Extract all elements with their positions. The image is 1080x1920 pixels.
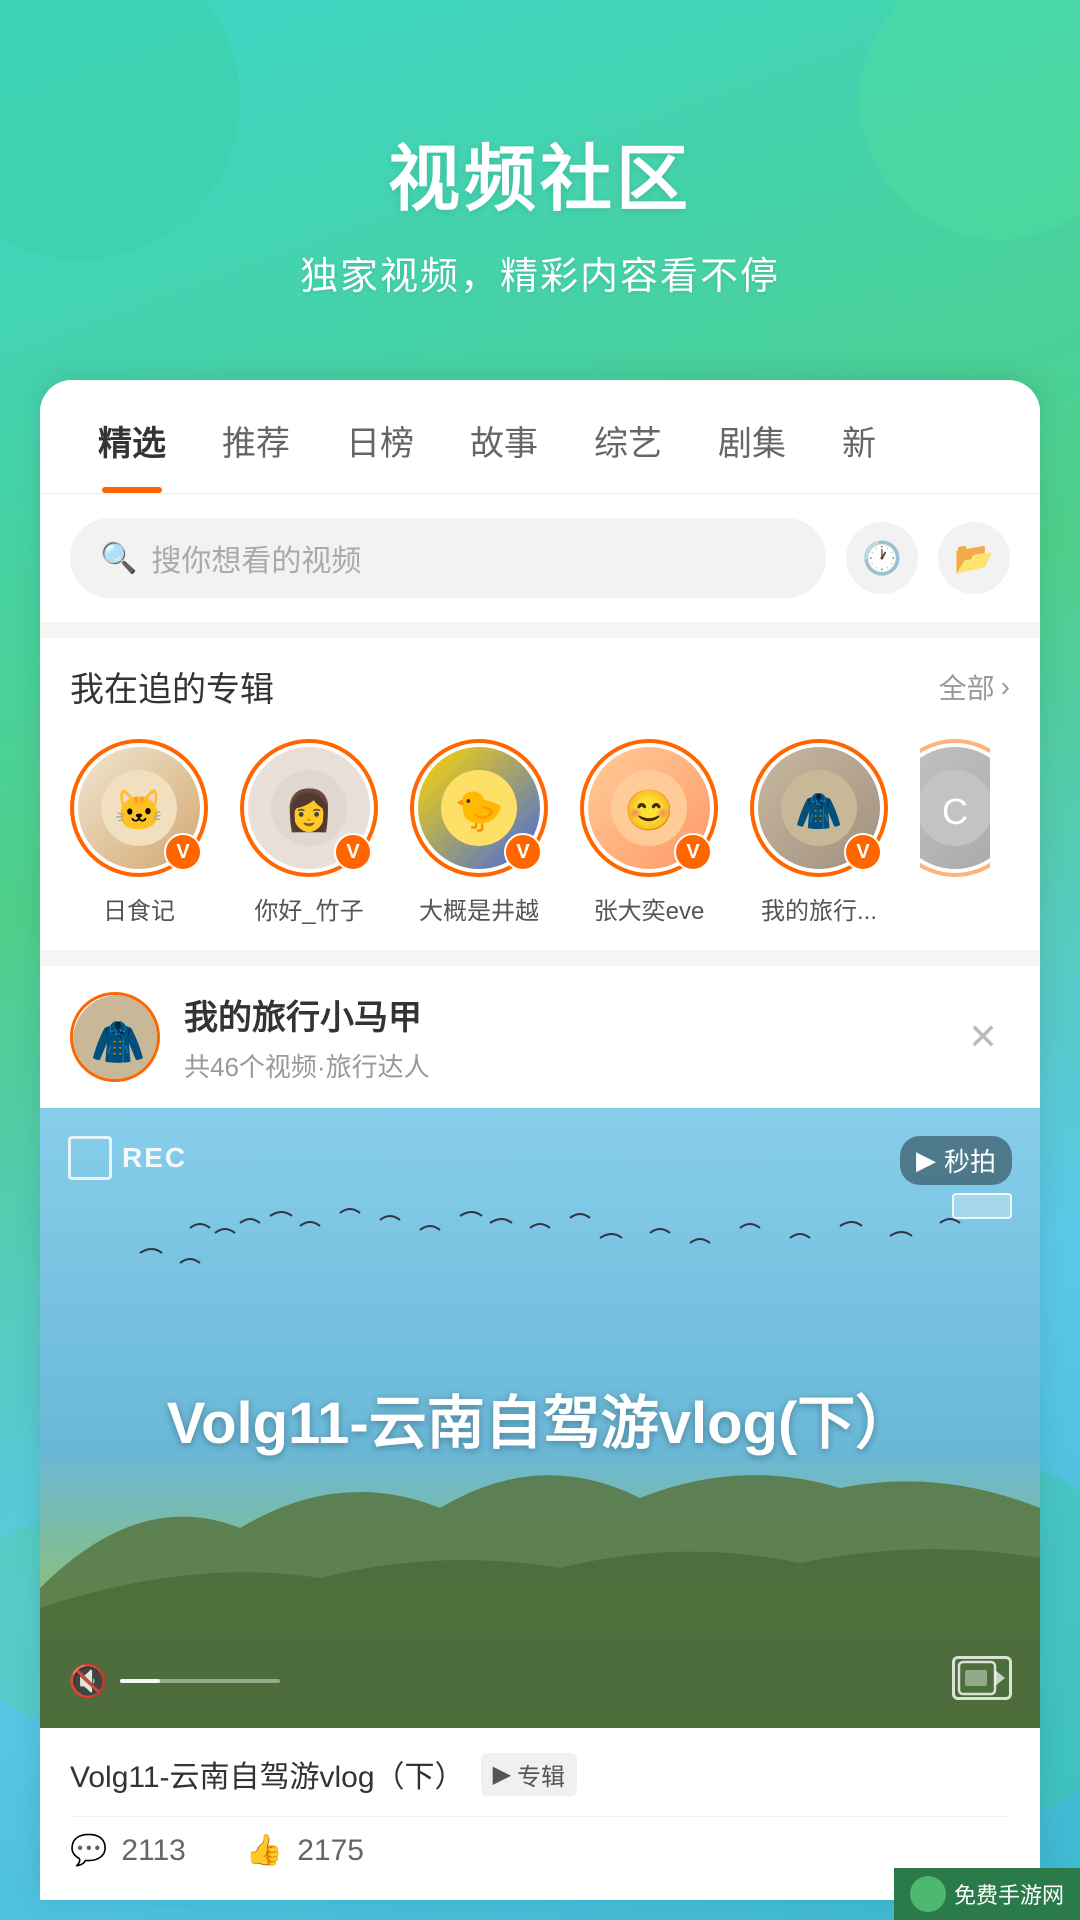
svg-text:😊: 😊 — [624, 789, 674, 833]
rec-label: REC — [122, 1142, 187, 1174]
comment-stat: 💬 2113 — [70, 1833, 186, 1868]
avatar-ring-6: C — [920, 739, 990, 877]
section-header: 我在追的专辑 全部 › — [70, 662, 1010, 711]
tab-new[interactable]: 新 — [814, 380, 904, 493]
svg-text:🐤: 🐤 — [454, 789, 504, 833]
video-info-card: 🧥 我的旅行小马甲 共46个视频·旅行达人 ✕ — [40, 966, 1040, 1108]
rec-border-icon — [68, 1136, 112, 1180]
video-controls-right — [952, 1656, 1012, 1700]
tab-daily[interactable]: 日榜 — [318, 380, 442, 493]
channel-info: 我的旅行小马甲 共46个视频·旅行达人 — [184, 990, 932, 1084]
tab-variety[interactable]: 综艺 — [566, 380, 690, 493]
verified-badge-3: V — [504, 833, 542, 871]
avatar-name-1: 日食记 — [103, 891, 175, 926]
see-all-button[interactable]: 全部 › — [939, 667, 1010, 707]
battery-icon — [952, 1193, 1012, 1219]
like-icon: 👍 — [246, 1833, 283, 1868]
tab-bar: 精选 推荐 日榜 故事 综艺 剧集 新 — [40, 380, 1040, 494]
avatar-ring-2: 👩 V — [240, 739, 378, 877]
following-section: 我在追的专辑 全部 › 🐱 V 日食记 — [40, 638, 1040, 950]
verified-badge-4: V — [674, 833, 712, 871]
channel-name: 我的旅行小马甲 — [184, 990, 932, 1039]
video-top-right: ▶ 秒拍 — [900, 1136, 1012, 1219]
tag-play-icon: ▶ — [493, 1760, 511, 1789]
avatar-ring-3: 🐤 V — [410, 739, 548, 877]
avatar-img-6: C — [920, 747, 990, 869]
tab-story[interactable]: 故事 — [442, 380, 566, 493]
avatar-ring-5: 🧥 V — [750, 739, 888, 877]
avatar-item-5[interactable]: 🧥 V 我的旅行... — [750, 739, 888, 926]
channel-meta: 共46个视频·旅行达人 — [184, 1047, 932, 1084]
chevron-right-icon: › — [1001, 671, 1010, 703]
badge-label: 秒拍 — [944, 1142, 996, 1179]
video-stats: 💬 2113 👍 2175 — [70, 1816, 1010, 1884]
svg-text:C: C — [942, 791, 968, 832]
verified-badge-5: V — [844, 833, 882, 871]
avatar-row: 🐱 V 日食记 👩 V — [70, 739, 1010, 926]
tab-recommended[interactable]: 推荐 — [194, 380, 318, 493]
history-button[interactable]: 🕐 — [846, 522, 918, 594]
page-subtitle: 独家视频，精彩内容看不停 — [0, 245, 1080, 300]
video-title-overlay: Volg11-云南自驾游vlog(下） — [167, 1376, 914, 1460]
avatar-name-5: 我的旅行... — [761, 891, 877, 926]
tab-featured[interactable]: 精选 — [70, 380, 194, 493]
video-title-text: Volg11-云南自驾游vlog(下） — [167, 1376, 914, 1460]
search-area: 🔍 搜你想看的视频 🕐 📂 — [40, 494, 1040, 622]
verified-badge-1: V — [164, 833, 202, 871]
platform-badge: ▶ 秒拍 — [900, 1136, 1012, 1185]
svg-text:🧥: 🧥 — [91, 1018, 146, 1067]
avatar-item-2[interactable]: 👩 V 你好_竹子 — [240, 739, 378, 926]
watermark-text: 免费手游网 — [954, 1878, 1064, 1910]
avatar-name-4: 张大奕eve — [594, 891, 705, 926]
search-icon: 🔍 — [100, 541, 137, 576]
rec-indicator: REC — [68, 1136, 187, 1180]
svg-text:🧥: 🧥 — [795, 791, 842, 833]
video-title-main: Volg11-云南自驾游vlog（下） — [70, 1752, 465, 1796]
avatar-item-3[interactable]: 🐤 V 大概是井越 — [410, 739, 548, 926]
history-icon: 🕐 — [862, 539, 902, 577]
recorder-icon — [952, 1656, 1012, 1700]
svg-text:👩: 👩 — [284, 787, 334, 833]
verified-badge-2: V — [334, 833, 372, 871]
avatar-item-4[interactable]: 😊 V 张大奕eve — [580, 739, 718, 926]
page-title: 视频社区 — [0, 120, 1080, 225]
play-icon: ▶ — [916, 1145, 936, 1176]
avatar-ring-4: 😊 V — [580, 739, 718, 877]
avatar-item-6[interactable]: C — [920, 739, 990, 926]
avatar-name-3: 大概是井越 — [419, 891, 539, 926]
channel-avatar: 🧥 — [70, 992, 160, 1082]
avatar-item-1[interactable]: 🐱 V 日食记 — [70, 739, 208, 926]
progress-fill — [120, 1679, 160, 1683]
search-bar[interactable]: 🔍 搜你想看的视频 — [70, 518, 826, 598]
video-controls-left: 🔇 — [68, 1662, 280, 1700]
video-player[interactable]: REC ▶ 秒拍 Volg11-云南自驾游vlog(下） 🔇 — [40, 1108, 1040, 1728]
watermark-logo — [910, 1876, 946, 1912]
video-meta-section: Volg11-云南自驾游vlog（下） ▶ 专辑 💬 2113 👍 2175 — [40, 1728, 1040, 1900]
folder-icon: 📂 — [954, 539, 994, 577]
video-tag[interactable]: ▶ 专辑 — [481, 1753, 577, 1796]
like-stat: 👍 2175 — [246, 1833, 364, 1868]
folder-button[interactable]: 📂 — [938, 522, 1010, 594]
header-section: 视频社区 独家视频，精彩内容看不停 — [0, 0, 1080, 300]
section-title: 我在追的专辑 — [70, 662, 274, 711]
tag-label: 专辑 — [517, 1757, 565, 1792]
comment-icon: 💬 — [70, 1833, 107, 1868]
close-button[interactable]: ✕ — [956, 1010, 1010, 1064]
mute-icon[interactable]: 🔇 — [68, 1662, 108, 1700]
progress-bar[interactable] — [120, 1679, 280, 1683]
like-count: 2175 — [297, 1834, 364, 1868]
tab-series[interactable]: 剧集 — [690, 380, 814, 493]
comment-count: 2113 — [121, 1834, 186, 1868]
watermark: 免费手游网 — [894, 1868, 1080, 1920]
avatar-ring-1: 🐱 V — [70, 739, 208, 877]
avatar-name-2: 你好_竹子 — [254, 891, 363, 926]
video-title-row: Volg11-云南自驾游vlog（下） ▶ 专辑 — [70, 1752, 1010, 1796]
main-card: 精选 推荐 日榜 故事 综艺 剧集 新 🔍 搜你想看的视频 🕐 📂 我在追的专辑… — [40, 380, 1040, 1900]
search-placeholder-text: 搜你想看的视频 — [151, 536, 361, 580]
svg-text:🐱: 🐱 — [114, 789, 164, 833]
